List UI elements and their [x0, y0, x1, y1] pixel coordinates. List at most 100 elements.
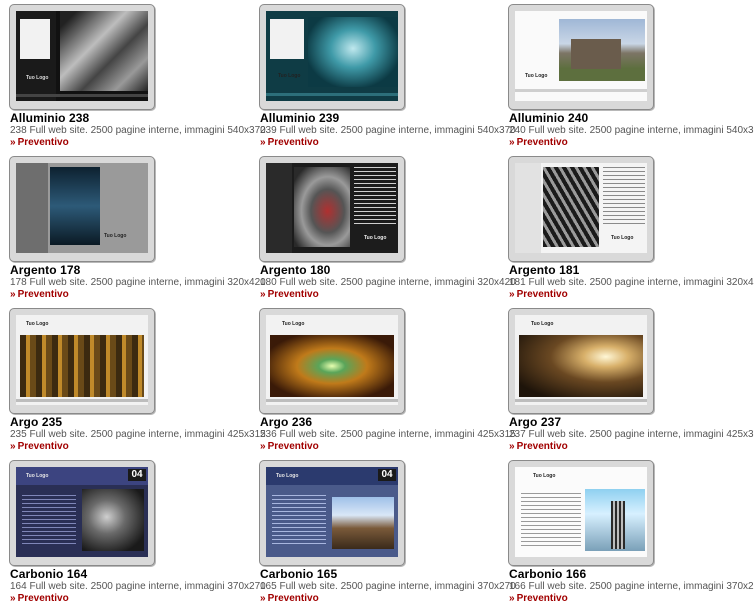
preview-image: Tuo Logo [515, 467, 647, 557]
template-thumbnail[interactable]: Tuo Logo [508, 308, 654, 414]
template-description: 166 Full web site. 2500 pagine interne, … [509, 581, 754, 592]
quote-label: Preventivo [17, 593, 69, 604]
template-thumbnail[interactable]: Tuo Logo [259, 4, 405, 110]
quote-label: Preventivo [516, 137, 568, 148]
template-card: Tuo Logo 04 Carbonio 165 165 Full web si… [259, 460, 516, 610]
quote-label: Preventivo [267, 289, 319, 300]
template-title[interactable]: Carbonio 165 [260, 567, 337, 581]
logo-text: Tuo Logo [276, 473, 299, 479]
template-title[interactable]: Alluminio 239 [260, 111, 339, 125]
logo-text: Tuo Logo [26, 473, 49, 479]
quote-label: Preventivo [267, 137, 319, 148]
template-title[interactable]: Argo 237 [509, 415, 561, 429]
template-thumbnail[interactable]: Tuo Logo 04 [9, 460, 155, 566]
logo-text: Tuo Logo [26, 75, 49, 81]
preview-image: Tuo Logo [266, 11, 398, 101]
quote-link[interactable]: » Preventivo [509, 289, 568, 300]
preview-image: Tuo Logo [515, 315, 647, 405]
template-title[interactable]: Carbonio 166 [509, 567, 586, 581]
template-card: Tuo Logo Argo 237 237 Full web site. 250… [508, 308, 754, 458]
arrow-icon: » [509, 441, 515, 452]
template-title[interactable]: Argo 236 [260, 415, 312, 429]
template-card: Tuo Logo Alluminio 238 238 Full web site… [9, 4, 266, 154]
quote-link[interactable]: » Preventivo [509, 137, 568, 148]
number-badge: 04 [378, 469, 396, 481]
template-card: Tuo Logo Alluminio 239 239 Full web site… [259, 4, 516, 154]
quote-link[interactable]: » Preventivo [260, 441, 319, 452]
number-badge: 04 [128, 469, 146, 481]
template-description: 236 Full web site. 2500 pagine interne, … [260, 429, 516, 440]
template-title[interactable]: Argento 180 [260, 263, 330, 277]
template-card: Tuo Logo Carbonio 166 166 Full web site.… [508, 460, 754, 610]
template-description: 239 Full web site. 2500 pagine interne, … [260, 125, 516, 136]
quote-link[interactable]: » Preventivo [260, 593, 319, 604]
quote-link[interactable]: » Preventivo [260, 137, 319, 148]
preview-image: Tuo Logo [16, 163, 148, 253]
template-title[interactable]: Carbonio 164 [10, 567, 87, 581]
preview-image: Tuo Logo 04 [266, 467, 398, 557]
quote-link[interactable]: » Preventivo [10, 441, 69, 452]
template-description: 180 Full web site. 2500 pagine interne, … [260, 277, 516, 288]
template-description: 240 Full web site. 2500 pagine interne, … [509, 125, 754, 136]
logo-text: Tuo Logo [611, 235, 634, 241]
template-title[interactable]: Alluminio 240 [509, 111, 588, 125]
template-card: Tuo Logo Argento 178 178 Full web site. … [9, 156, 266, 306]
template-title[interactable]: Alluminio 238 [10, 111, 89, 125]
template-card: Tuo Logo Argento 181 181 Full web site. … [508, 156, 754, 306]
arrow-icon: » [260, 137, 266, 148]
logo-text: Tuo Logo [282, 321, 305, 327]
arrow-icon: » [509, 137, 515, 148]
preview-image: Tuo Logo [16, 11, 148, 101]
quote-link[interactable]: » Preventivo [509, 593, 568, 604]
template-description: 164 Full web site. 2500 pagine interne, … [10, 581, 266, 592]
preview-image: Tuo Logo [266, 163, 398, 253]
quote-label: Preventivo [17, 289, 69, 300]
quote-label: Preventivo [17, 137, 69, 148]
quote-link[interactable]: » Preventivo [260, 289, 319, 300]
logo-text: Tuo Logo [533, 473, 556, 479]
logo-text: Tuo Logo [364, 235, 387, 241]
template-title[interactable]: Argento 178 [10, 263, 80, 277]
template-thumbnail[interactable]: Tuo Logo [9, 156, 155, 262]
template-thumbnail[interactable]: Tuo Logo [508, 156, 654, 262]
template-thumbnail[interactable]: Tuo Logo 04 [259, 460, 405, 566]
template-description: 238 Full web site. 2500 pagine interne, … [10, 125, 266, 136]
quote-link[interactable]: » Preventivo [10, 289, 69, 300]
template-card: Tuo Logo Argo 236 236 Full web site. 250… [259, 308, 516, 458]
arrow-icon: » [260, 441, 266, 452]
template-thumbnail[interactable]: Tuo Logo [9, 4, 155, 110]
logo-text: Tuo Logo [278, 73, 301, 79]
preview-image: Tuo Logo [515, 163, 647, 253]
template-thumbnail[interactable]: Tuo Logo [9, 308, 155, 414]
logo-text: Tuo Logo [26, 321, 49, 327]
preview-image: Tuo Logo [16, 315, 148, 405]
quote-label: Preventivo [516, 441, 568, 452]
template-thumbnail[interactable]: Tuo Logo [508, 4, 654, 110]
quote-link[interactable]: » Preventivo [10, 137, 69, 148]
quote-label: Preventivo [267, 441, 319, 452]
template-card: Tuo Logo Argento 180 180 Full web site. … [259, 156, 516, 306]
quote-label: Preventivo [516, 289, 568, 300]
logo-text: Tuo Logo [531, 321, 554, 327]
arrow-icon: » [10, 289, 16, 300]
quote-link[interactable]: » Preventivo [509, 441, 568, 452]
template-title[interactable]: Argo 235 [10, 415, 62, 429]
template-description: 181 Full web site. 2500 pagine interne, … [509, 277, 754, 288]
template-thumbnail[interactable]: Tuo Logo [259, 308, 405, 414]
quote-link[interactable]: » Preventivo [10, 593, 69, 604]
quote-label: Preventivo [516, 593, 568, 604]
template-card: Tuo Logo Argo 235 235 Full web site. 250… [9, 308, 266, 458]
arrow-icon: » [10, 593, 16, 604]
arrow-icon: » [509, 289, 515, 300]
template-description: 235 Full web site. 2500 pagine interne, … [10, 429, 266, 440]
template-thumbnail[interactable]: Tuo Logo [259, 156, 405, 262]
arrow-icon: » [260, 289, 266, 300]
logo-text: Tuo Logo [525, 73, 548, 79]
arrow-icon: » [10, 137, 16, 148]
template-title[interactable]: Argento 181 [509, 263, 579, 277]
preview-image: Tuo Logo 04 [16, 467, 148, 557]
preview-image: Tuo Logo [266, 315, 398, 405]
template-card: Tuo Logo 04 Carbonio 164 164 Full web si… [9, 460, 266, 610]
quote-label: Preventivo [17, 441, 69, 452]
template-thumbnail[interactable]: Tuo Logo [508, 460, 654, 566]
